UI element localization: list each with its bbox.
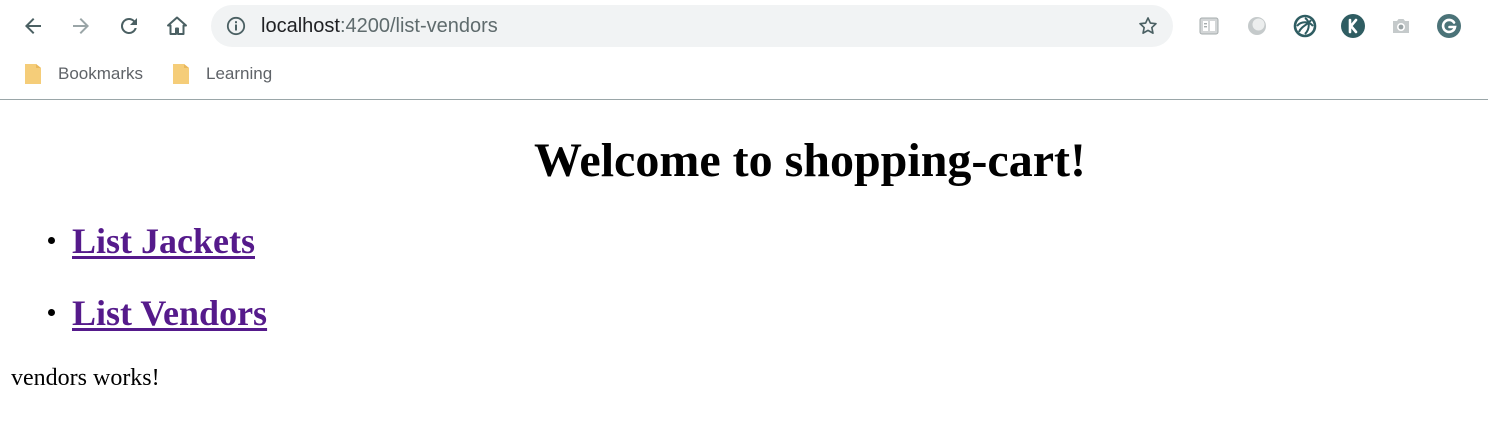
home-button[interactable] [162, 11, 192, 41]
home-icon [167, 16, 187, 35]
reader-extension-icon [1199, 17, 1219, 35]
list-item: List Vendors [48, 285, 267, 357]
page-title: Welcome to shopping-cart! [534, 134, 1086, 187]
bookmark-label: Bookmarks [58, 64, 144, 83]
extension-k[interactable] [1340, 13, 1366, 39]
folder-icon [173, 64, 189, 84]
extension-swirl[interactable] [1292, 13, 1318, 39]
url-host: localhost [261, 15, 340, 37]
browser-toolbar: localhost:4200/list-vendors [0, 0, 1488, 52]
back-button[interactable] [18, 11, 48, 41]
extension-reader[interactable] [1196, 13, 1222, 39]
bullet-icon [48, 237, 55, 244]
extension-camera[interactable] [1388, 13, 1414, 39]
page-content: Welcome to shopping-cart! List Jackets L… [0, 101, 1488, 439]
url-path: :4200/list-vendors [339, 15, 498, 37]
bookmark-folder-learning[interactable]: Learning [172, 62, 272, 86]
list-vendors-link[interactable]: List Vendors [72, 293, 267, 333]
circle-extension-icon [1248, 17, 1266, 35]
reload-button[interactable] [114, 11, 144, 41]
url-text[interactable]: localhost:4200/list-vendors [261, 5, 498, 47]
vendors-message: vendors works! [11, 365, 160, 391]
k-extension-icon [1341, 14, 1365, 38]
camera-extension-icon [1393, 19, 1409, 33]
profile-button[interactable] [1436, 13, 1462, 39]
forward-button[interactable] [66, 11, 96, 41]
back-arrow-icon [25, 18, 41, 34]
bookmark-label: Learning [206, 64, 273, 83]
g-profile-icon [1437, 14, 1461, 38]
folder-icon [25, 64, 41, 84]
address-bar[interactable]: localhost:4200/list-vendors [211, 5, 1173, 47]
forward-arrow-icon [73, 18, 89, 34]
info-icon[interactable] [226, 16, 246, 36]
extension-circle[interactable] [1244, 13, 1270, 39]
list-jackets-link[interactable]: List Jackets [72, 221, 255, 261]
swirl-extension-icon [1293, 14, 1317, 38]
bookmark-folder-bookmarks[interactable]: Bookmarks [24, 62, 143, 86]
reload-icon [120, 17, 137, 34]
bookmark-star-icon[interactable] [1137, 15, 1159, 37]
bullet-icon [48, 309, 55, 316]
bookmarks-bar: Bookmarks Learning [0, 52, 1488, 100]
list-item: List Jackets [48, 213, 267, 285]
nav-list: List Jackets List Vendors [48, 213, 267, 357]
